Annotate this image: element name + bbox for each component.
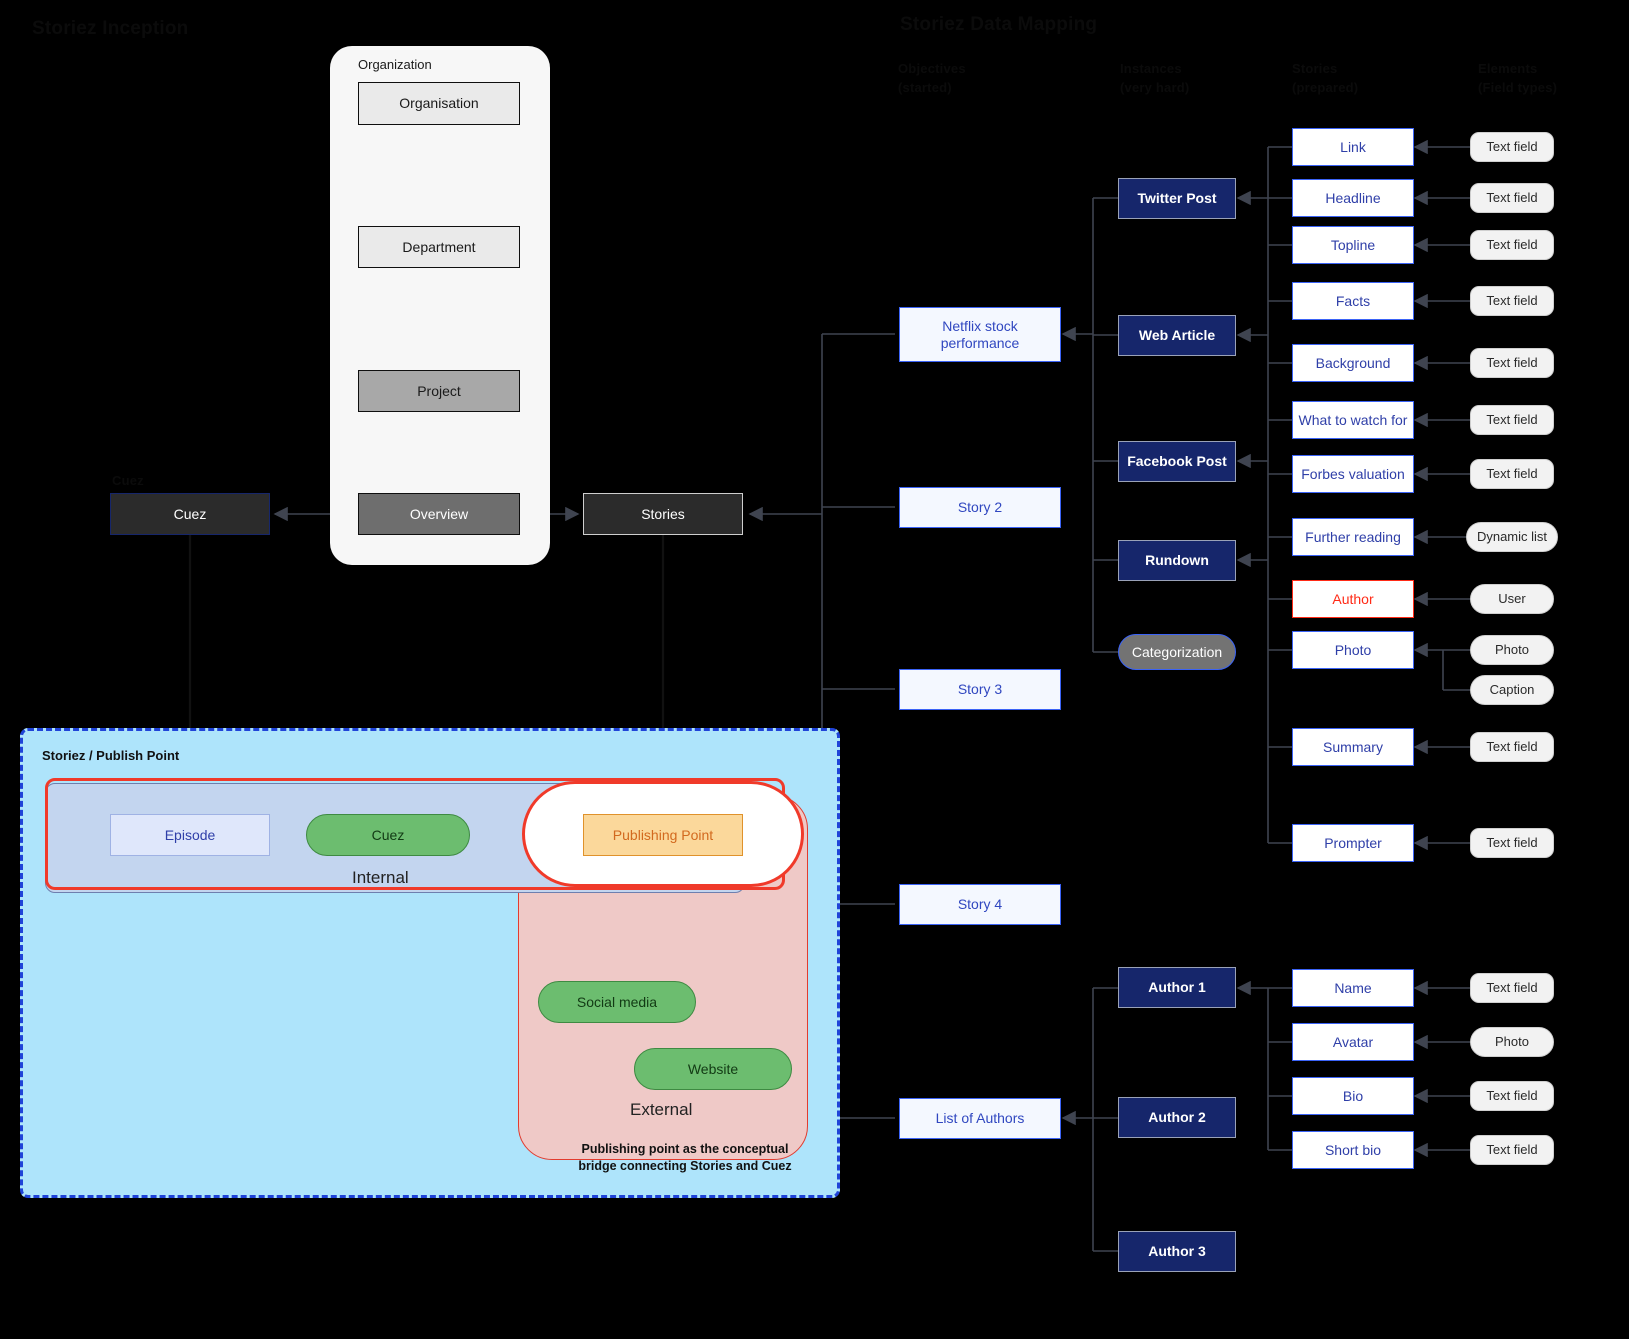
column-header-stories-line1: Stories — [1292, 61, 1338, 76]
type-pill-summary[interactable]: Text field — [1470, 732, 1554, 762]
field-box-summary[interactable]: Summary — [1292, 728, 1414, 766]
type-pill-background[interactable]: Text field — [1470, 348, 1554, 378]
field-box-short-bio[interactable]: Short bio — [1292, 1131, 1414, 1169]
organization-panel-title: Organization — [358, 57, 432, 72]
publish-point-caption-line1: Publishing point as the conceptual — [581, 1142, 789, 1156]
field-box-prompter[interactable]: Prompter — [1292, 824, 1414, 862]
org-node-organisation[interactable]: Organisation — [358, 82, 520, 125]
story-node-4[interactable]: Story 4 — [899, 884, 1061, 925]
type-pill-bio[interactable]: Text field — [1470, 1081, 1554, 1111]
right-title: Storiez Data Mapping — [900, 14, 1098, 35]
field-box-photo[interactable]: Photo — [1292, 631, 1414, 669]
publish-point-title: Storiez / Publish Point — [42, 748, 180, 763]
type-pill-photo[interactable]: Photo — [1470, 635, 1554, 665]
story-node-netflix-line1: Netflix stock — [942, 317, 1018, 334]
field-box-background[interactable]: Background — [1292, 344, 1414, 382]
type-pill-forbes-valuation[interactable]: Text field — [1470, 459, 1554, 489]
type-pill-headline[interactable]: Text field — [1470, 183, 1554, 213]
column-header-instances: Instances (very hard) — [1120, 60, 1189, 98]
column-header-elements-line2: (Field types) — [1478, 79, 1558, 95]
org-node-project[interactable]: Project — [358, 370, 520, 412]
field-box-topline[interactable]: Topline — [1292, 226, 1414, 264]
story-node-netflix-line2: performance — [940, 334, 1020, 351]
pp-node-social-media[interactable]: Social media — [538, 981, 696, 1023]
column-header-elements: Elements (Field types) — [1478, 60, 1557, 98]
instance-node-web-article[interactable]: Web Article — [1118, 315, 1236, 356]
field-box-further-reading[interactable]: Further reading — [1292, 518, 1414, 556]
field-box-facts[interactable]: Facts — [1292, 282, 1414, 320]
instance-node-categorization[interactable]: Categorization — [1118, 634, 1236, 670]
org-node-overview[interactable]: Overview — [358, 493, 520, 535]
field-box-headline[interactable]: Headline — [1292, 179, 1414, 217]
type-pill-prompter[interactable]: Text field — [1470, 828, 1554, 858]
instance-node-facebook-post[interactable]: Facebook Post — [1118, 441, 1236, 482]
story-node-2[interactable]: Story 2 — [899, 487, 1061, 528]
internal-label: Internal — [352, 868, 409, 887]
instance-node-rundown[interactable]: Rundown — [1118, 540, 1236, 581]
org-node-department[interactable]: Department — [358, 226, 520, 268]
column-header-stories: Stories (prepared) — [1292, 60, 1358, 98]
field-box-avatar[interactable]: Avatar — [1292, 1023, 1414, 1061]
type-pill-topline[interactable]: Text field — [1470, 230, 1554, 260]
field-box-name[interactable]: Name — [1292, 969, 1414, 1007]
story-node-list-of-authors[interactable]: List of Authors — [899, 1098, 1061, 1139]
type-pill-name[interactable]: Text field — [1470, 973, 1554, 1003]
field-box-link[interactable]: Link — [1292, 128, 1414, 166]
instance-node-twitter-post[interactable]: Twitter Post — [1118, 178, 1236, 219]
column-header-objectives: Objectives (started) — [898, 60, 966, 98]
column-header-elements-line1: Elements — [1478, 61, 1538, 76]
type-pill-what-to-watch-for[interactable]: Text field — [1470, 405, 1554, 435]
pp-node-publishing-point[interactable]: Publishing Point — [583, 814, 743, 856]
external-label: External — [630, 1100, 693, 1119]
publish-point-caption-line2: bridge connecting Stories and Cuez — [578, 1158, 792, 1173]
field-box-bio[interactable]: Bio — [1292, 1077, 1414, 1115]
type-pill-facts[interactable]: Text field — [1470, 286, 1554, 316]
column-header-stories-line2: (prepared) — [1292, 79, 1359, 95]
story-node-netflix[interactable]: Netflix stock performance — [899, 307, 1061, 362]
author-node-3[interactable]: Author 3 — [1118, 1231, 1236, 1272]
field-box-what-to-watch-for[interactable]: What to watch for — [1292, 401, 1414, 439]
diagram-canvas: Storiez Inception Storiez Data Mapping O… — [0, 0, 1629, 1339]
author-node-1[interactable]: Author 1 — [1118, 967, 1236, 1008]
cuez-group-label: Cuez — [112, 473, 144, 488]
column-header-objectives-line2: (started) — [898, 79, 952, 95]
pp-node-website[interactable]: Website — [634, 1048, 792, 1090]
pp-node-cuez[interactable]: Cuez — [306, 814, 470, 856]
type-pill-short-bio[interactable]: Text field — [1470, 1135, 1554, 1165]
left-title: Storiez Inception — [32, 18, 189, 39]
field-box-author[interactable]: Author — [1292, 580, 1414, 618]
type-pill-link[interactable]: Text field — [1470, 132, 1554, 162]
column-header-instances-line1: Instances — [1120, 61, 1182, 76]
publish-point-caption: Publishing point as the conceptual bridg… — [540, 1141, 830, 1175]
story-node-3[interactable]: Story 3 — [899, 669, 1061, 710]
type-pill-caption[interactable]: Caption — [1470, 675, 1554, 705]
author-node-2[interactable]: Author 2 — [1118, 1097, 1236, 1138]
type-pill-author[interactable]: User — [1470, 584, 1554, 614]
spine-node-stories[interactable]: Stories — [583, 493, 743, 535]
column-header-objectives-line1: Objectives — [898, 61, 966, 76]
type-pill-avatar[interactable]: Photo — [1470, 1027, 1554, 1057]
field-box-forbes-valuation[interactable]: Forbes valuation — [1292, 455, 1414, 493]
column-header-instances-line2: (very hard) — [1120, 79, 1190, 95]
spine-node-cuez[interactable]: Cuez — [110, 493, 270, 535]
type-pill-further-reading[interactable]: Dynamic list — [1466, 522, 1558, 552]
pp-node-episode[interactable]: Episode — [110, 814, 270, 856]
